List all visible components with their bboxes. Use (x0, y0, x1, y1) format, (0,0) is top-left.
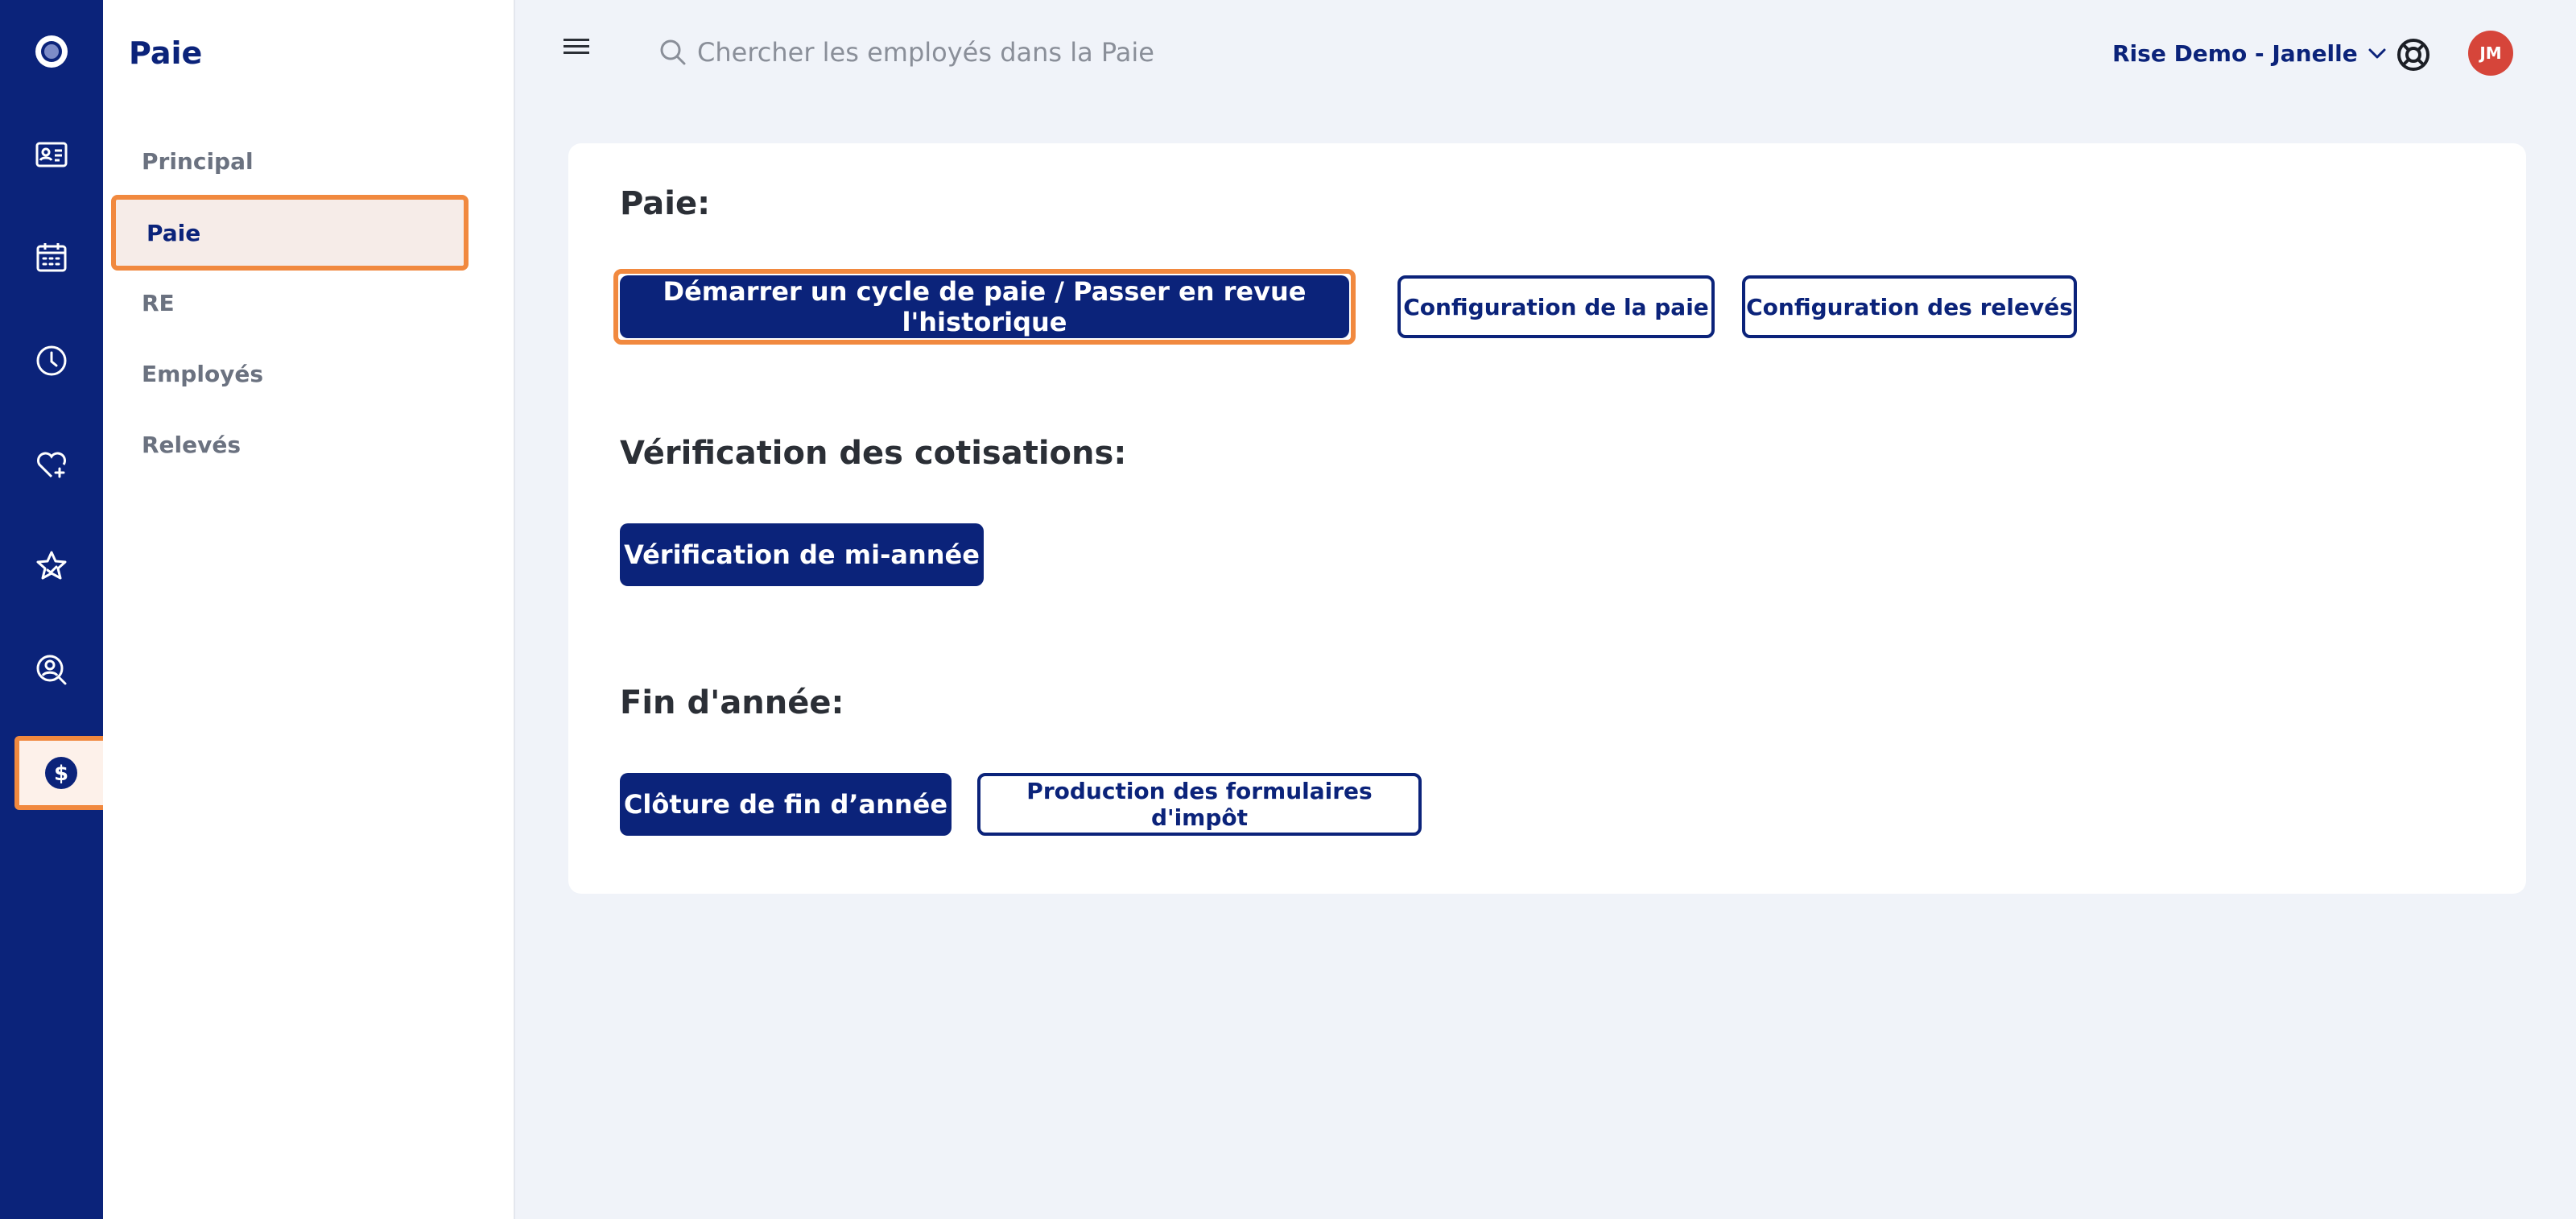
sidebar-item-employes[interactable]: Employés (142, 341, 496, 406)
search-bar (657, 32, 1381, 72)
search-person-icon[interactable] (0, 631, 103, 709)
hamburger-menu-icon[interactable] (560, 34, 592, 60)
app-logo-icon[interactable] (0, 13, 103, 90)
year-end-closing-button[interactable]: Clôture de fin d’année (620, 773, 952, 836)
section-title-paie: Paie: (620, 185, 711, 222)
section-title-verification: Vérification des cotisations: (620, 435, 1127, 472)
icon-rail: $ (0, 0, 108, 1219)
sidebar-item-principal[interactable]: Principal (142, 129, 496, 193)
search-icon (660, 39, 686, 65)
statements-configuration-button[interactable]: Configuration des relevés (1742, 275, 2077, 338)
sidebar-item-paie[interactable]: Paie (111, 195, 469, 271)
sidebar-title: Paie (129, 35, 203, 71)
tax-forms-production-button[interactable]: Production des formulaires d'impôt (977, 773, 1422, 836)
heart-plus-icon[interactable] (0, 425, 103, 502)
payroll-configuration-button[interactable]: Configuration de la paie (1397, 275, 1715, 338)
search-input[interactable] (697, 37, 1373, 68)
calendar-icon[interactable] (0, 219, 103, 296)
help-lifebuoy-icon[interactable] (2394, 35, 2433, 74)
payroll-sidebar: Paie Principal Paie RE Employés Relevés (103, 0, 515, 1219)
id-card-icon[interactable] (0, 116, 103, 193)
start-payroll-cycle-button[interactable]: Démarrer un cycle de paie / Passer en re… (620, 275, 1349, 338)
mid-year-verification-button[interactable]: Vérification de mi-année (620, 523, 984, 586)
company-selector[interactable]: Rise Demo - Janelle (2112, 35, 2388, 71)
dollar-icon[interactable]: $ (10, 734, 113, 812)
chevron-down-icon (2368, 48, 2386, 59)
company-name: Rise Demo - Janelle (2112, 39, 2358, 67)
clock-icon[interactable] (0, 322, 103, 399)
sidebar-item-re[interactable]: RE (142, 271, 496, 335)
section-title-year-end: Fin d'année: (620, 684, 844, 721)
payroll-card: Paie: Démarrer un cycle de paie / Passer… (568, 143, 2526, 894)
svg-text:$: $ (54, 762, 68, 786)
star-icon[interactable] (0, 528, 103, 605)
sidebar-item-releves[interactable]: Relevés (142, 412, 496, 477)
user-avatar[interactable]: JM (2468, 31, 2513, 76)
